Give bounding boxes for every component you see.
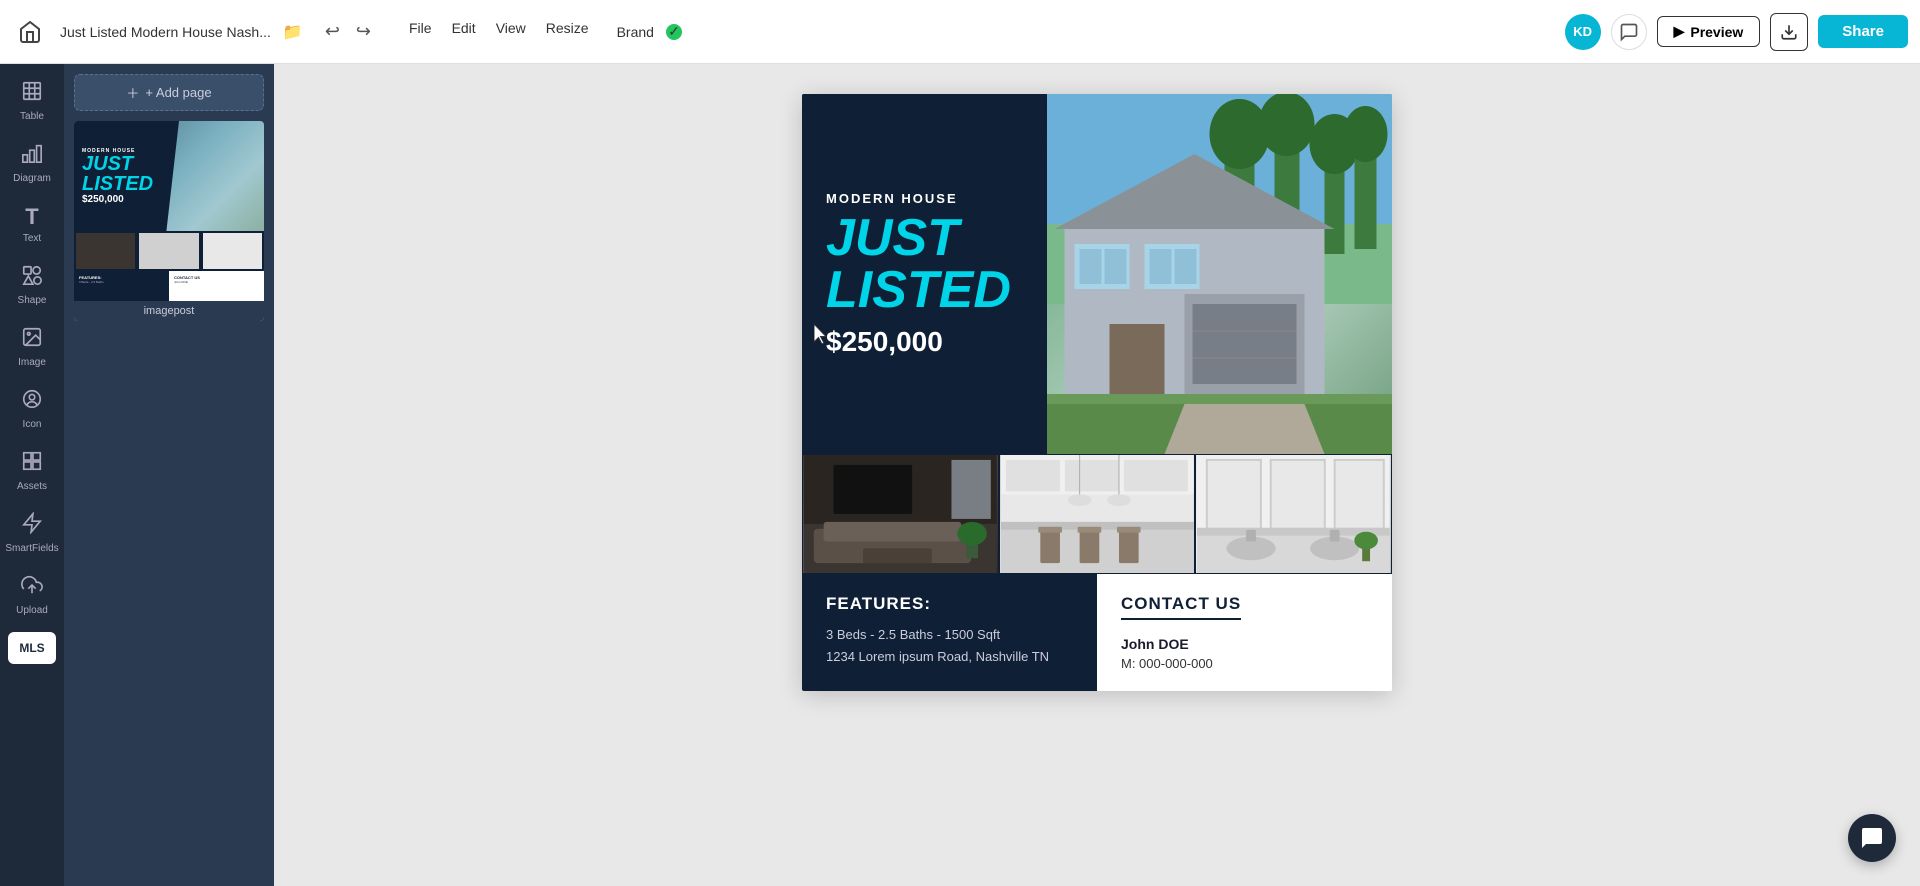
contact-phone: M: 000-000-000: [1121, 656, 1368, 671]
flyer-top-section: MODERN HOUSE JUST LISTED $250,000: [802, 94, 1392, 454]
flyer-bottom-section: FEATURES: 3 Beds - 2.5 Baths - 1500 Sqft…: [802, 574, 1392, 691]
features-title: FEATURES:: [826, 594, 1073, 614]
sidebar-item-smartfields[interactable]: SmartFields: [4, 504, 60, 562]
play-icon: ▶: [1674, 23, 1685, 40]
bathroom-photo: [1195, 454, 1392, 574]
file-title: Just Listed Modern House Nash...: [60, 24, 271, 40]
living-room-photo: [802, 454, 999, 574]
menu-file[interactable]: File: [401, 16, 440, 48]
user-avatar[interactable]: KD: [1565, 14, 1601, 50]
sidebar-item-upload[interactable]: Upload: [4, 566, 60, 624]
sidebar-item-image[interactable]: Image: [4, 318, 60, 376]
contact-section: CONTACT US John DOE M: 000-000-000: [1097, 574, 1392, 691]
canvas-area[interactable]: MODERN HOUSE JUST LISTED $250,000: [274, 64, 1920, 886]
text-icon: T: [25, 204, 38, 230]
sidebar-text-label: Text: [23, 233, 41, 244]
smartfields-icon: [21, 512, 43, 540]
sidebar-item-text[interactable]: T Text: [4, 196, 60, 252]
upload-icon: [21, 574, 43, 602]
sidebar-diagram-label: Diagram: [13, 173, 51, 184]
diagram-icon: [21, 142, 43, 170]
menu-edit[interactable]: Edit: [444, 16, 484, 48]
sidebar-smartfields-label: SmartFields: [5, 543, 58, 554]
image-icon: [21, 326, 43, 354]
home-button[interactable]: [12, 14, 48, 50]
flyer-house-photo: [1047, 94, 1392, 454]
sidebar-item-shape[interactable]: Shape: [4, 256, 60, 314]
redo-button[interactable]: ↪: [350, 17, 377, 46]
sidebar-item-assets[interactable]: Assets: [4, 442, 60, 500]
sidebar-table-label: Table: [20, 111, 44, 122]
sidebar: Table Diagram T Text: [0, 64, 64, 886]
contact-title: CONTACT US: [1121, 594, 1241, 620]
flyer-left-panel: MODERN HOUSE JUST LISTED $250,000: [802, 94, 1047, 454]
features-section: FEATURES: 3 Beds - 2.5 Baths - 1500 Sqft…: [802, 574, 1097, 691]
folder-icon[interactable]: 📁: [283, 22, 303, 42]
right-actions: KD ▶ Preview Share: [1565, 13, 1908, 51]
sidebar-item-table[interactable]: Table: [4, 72, 60, 130]
contact-name: John DOE: [1121, 636, 1368, 652]
comment-button[interactable]: [1611, 14, 1647, 50]
kitchen-photo: [999, 454, 1196, 574]
add-page-button[interactable]: ＋ + Add page: [74, 74, 264, 111]
preview-button[interactable]: ▶ Preview: [1657, 16, 1761, 47]
sidebar-shape-label: Shape: [18, 295, 47, 306]
just-listed-label: JUST LISTED: [826, 212, 1023, 316]
brand-check-icon: ✓: [666, 24, 682, 40]
undo-redo-group: ↩ ↪: [319, 17, 377, 46]
icon-icon: [21, 388, 43, 416]
main-layout: Table Diagram T Text: [0, 64, 1920, 886]
page-thumbnail-1[interactable]: 1 ••• MODERN HOUSE JUSTLISTED $250,000: [74, 121, 264, 321]
share-button[interactable]: Share: [1818, 15, 1908, 48]
page-panel: ＋ + Add page 1 ••• MODERN HOUSE JUSTLIST…: [64, 64, 274, 886]
page-name: imagepost: [74, 301, 264, 321]
modern-house-label: MODERN HOUSE: [826, 191, 1023, 206]
shape-icon: [21, 264, 43, 292]
menu-resize[interactable]: Resize: [538, 16, 597, 48]
menu-brand[interactable]: Brand ✓: [601, 16, 690, 48]
sidebar-item-diagram[interactable]: Diagram: [4, 134, 60, 192]
sidebar-upload-label: Upload: [16, 605, 48, 616]
features-line2: 1234 Lorem ipsum Road, Nashville TN: [826, 646, 1073, 668]
sidebar-item-icon[interactable]: Icon: [4, 380, 60, 438]
sidebar-mls-button[interactable]: MLS: [8, 632, 56, 664]
add-page-plus-icon: ＋: [126, 83, 139, 102]
assets-icon: [21, 450, 43, 478]
sidebar-assets-label: Assets: [17, 481, 47, 492]
price-label: $250,000: [826, 326, 1023, 358]
chat-bubble-button[interactable]: [1848, 814, 1896, 862]
undo-button[interactable]: ↩: [319, 17, 346, 46]
sidebar-icon-label: Icon: [23, 419, 42, 430]
top-bar: Just Listed Modern House Nash... 📁 ↩ ↪ F…: [0, 0, 1920, 64]
menu-bar: File Edit View Resize Brand ✓: [401, 16, 690, 48]
features-line1: 3 Beds - 2.5 Baths - 1500 Sqft: [826, 624, 1073, 646]
table-icon: [21, 80, 43, 108]
flyer-photos-row: [802, 454, 1392, 574]
sidebar-image-label: Image: [18, 357, 46, 368]
add-page-label: + Add page: [145, 85, 211, 100]
flyer-canvas: MODERN HOUSE JUST LISTED $250,000: [802, 94, 1392, 691]
download-button[interactable]: [1770, 13, 1808, 51]
menu-view[interactable]: View: [488, 16, 534, 48]
